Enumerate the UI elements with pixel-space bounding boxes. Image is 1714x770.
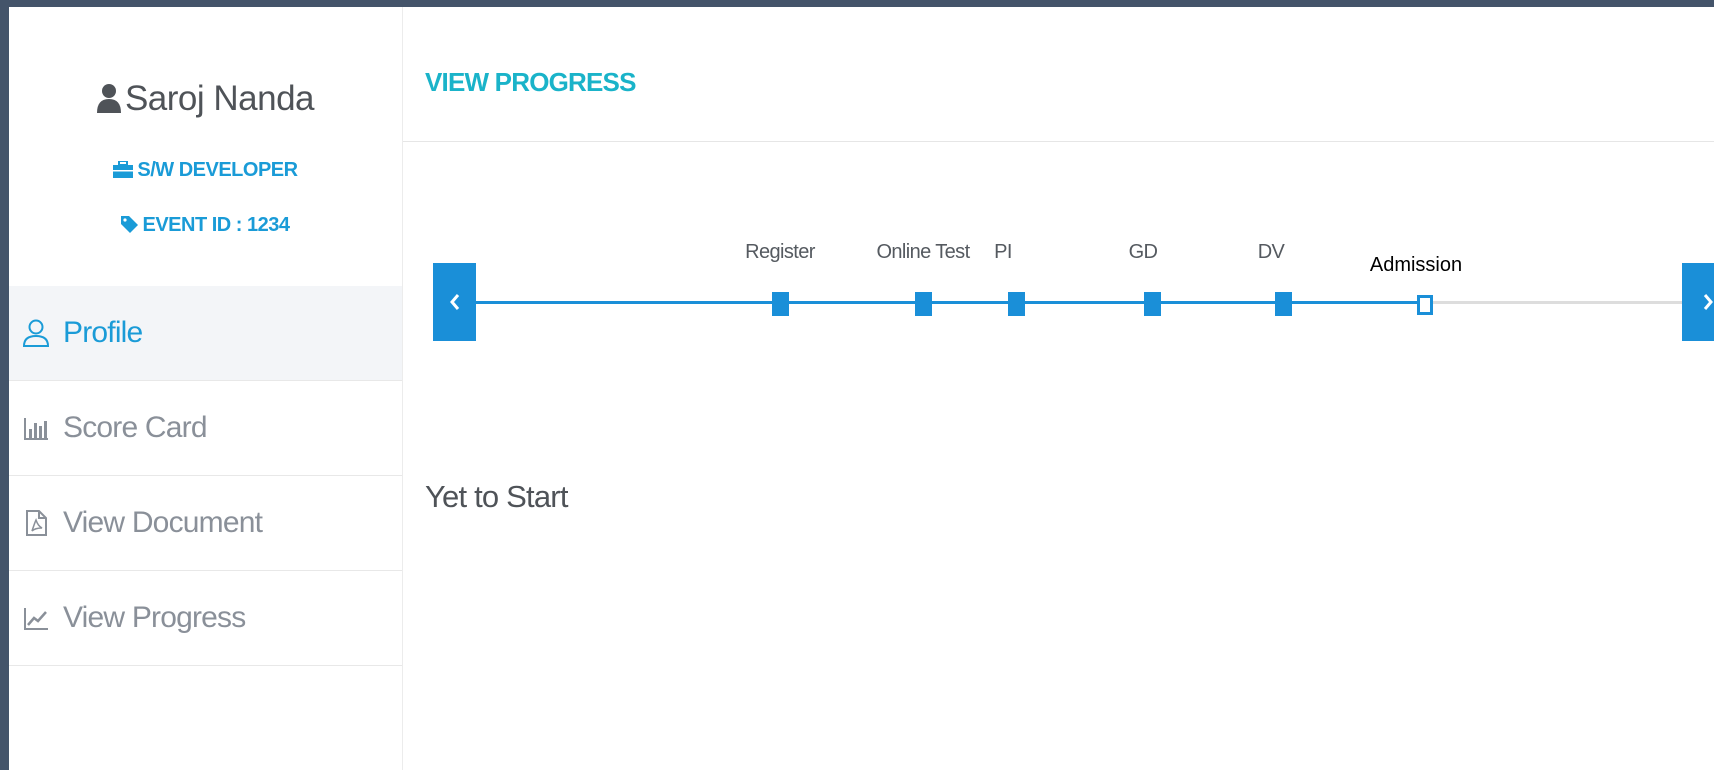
step-label-gd: GD (1128, 241, 1158, 263)
user-icon (96, 84, 121, 113)
step-marker-admission[interactable] (1417, 295, 1433, 315)
user-role: S/W DEVELOPER (137, 159, 298, 181)
briefcase-icon (113, 160, 134, 178)
user-name: Saroj Nanda (124, 79, 315, 118)
step-marker-online-test[interactable] (915, 292, 932, 316)
progress-status: Yet to Start (425, 479, 568, 514)
step-label-register: Register (745, 241, 815, 263)
line-chart-icon (24, 608, 48, 630)
pdf-document-icon (26, 510, 47, 536)
step-marker-register[interactable] (772, 292, 789, 316)
title-divider (403, 141, 1714, 142)
sidebar-item-label: Score Card (63, 411, 208, 444)
sidebar-item-profile[interactable]: Profile (9, 286, 402, 381)
sidebar-item-score-card[interactable]: Score Card (9, 381, 402, 476)
sidebar-item-label: View Document (63, 506, 263, 539)
sidebar-item-label: Profile (63, 316, 143, 349)
step-label-pi: PI (994, 241, 1012, 263)
app-window: Saroj Nanda S/W DEVELOPER EVENT ID : 123… (9, 7, 1714, 770)
timeline-next-button[interactable] (1682, 263, 1714, 341)
chevron-left-icon (449, 294, 459, 310)
step-label-admission: Admission (1369, 254, 1463, 276)
main-content: VIEW PROGRESS Register Online Test PI GD… (403, 7, 1714, 770)
sidebar-item-view-progress[interactable]: View Progress (9, 571, 402, 666)
step-marker-dv[interactable] (1275, 292, 1292, 316)
timeline-prev-button[interactable] (433, 263, 476, 341)
event-id: EVENT ID : 1234 (142, 214, 290, 236)
page-title: VIEW PROGRESS (425, 67, 636, 97)
sidebar-item-label: View Progress (63, 601, 246, 634)
user-outline-icon (22, 319, 50, 347)
step-marker-pi[interactable] (1008, 292, 1025, 316)
sidebar: Saroj Nanda S/W DEVELOPER EVENT ID : 123… (9, 7, 403, 770)
step-label-dv: DV (1257, 241, 1285, 263)
sidebar-item-view-document[interactable]: View Document (9, 476, 402, 571)
tag-icon (121, 216, 139, 233)
user-role-row: S/W DEVELOPER (9, 159, 402, 182)
event-id-row: EVENT ID : 1234 (9, 214, 402, 237)
bar-chart-icon (24, 418, 48, 440)
timeline-track (476, 301, 1682, 304)
step-marker-gd[interactable] (1144, 292, 1161, 316)
chevron-right-icon (1703, 294, 1713, 310)
step-label-online-test: Online Test (876, 241, 970, 263)
user-name-row: Saroj Nanda (9, 79, 402, 119)
